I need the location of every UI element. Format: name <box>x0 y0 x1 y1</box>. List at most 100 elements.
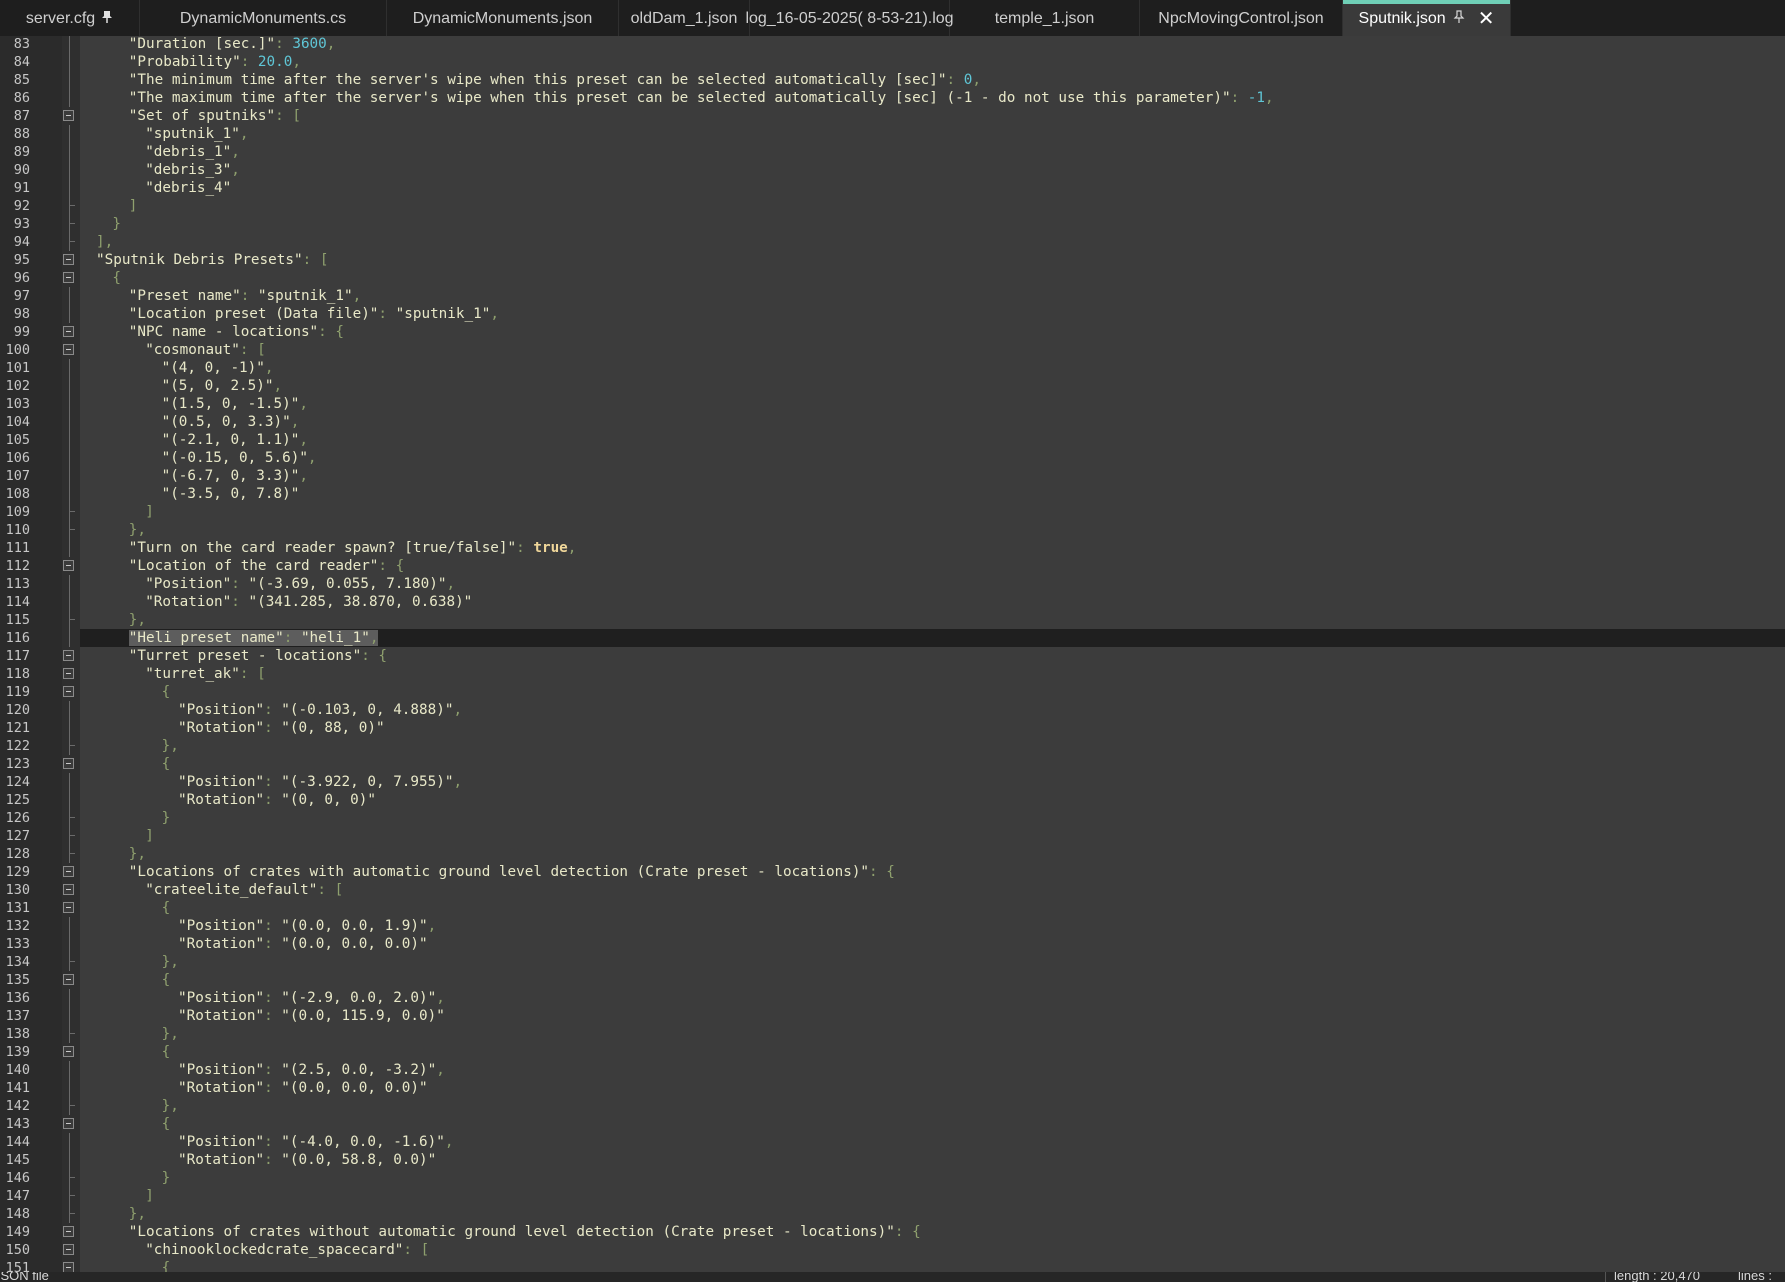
code-line[interactable]: 136 "Position": "(-2.9, 0.0, 2.0)", <box>0 989 1785 1007</box>
code-line[interactable]: 126} <box>0 809 1785 827</box>
code-line[interactable]: 103 "(1.5, 0, -1.5)", <box>0 395 1785 413</box>
code-line[interactable]: 133 "Rotation": "(0.0, 0.0, 0.0)" <box>0 935 1785 953</box>
fold-toggle-icon[interactable] <box>63 1262 74 1272</box>
code-line[interactable]: 114 "Rotation": "(341.285, 38.870, 0.638)… <box>0 593 1785 611</box>
tab-dynamicmonuments-json[interactable]: DynamicMonuments.json <box>387 0 619 36</box>
code-line[interactable]: 92] <box>0 197 1785 215</box>
fold-toggle-icon[interactable] <box>63 1244 74 1255</box>
code-editor[interactable]: 83 "Duration [sec.]": 3600, 84 "Probability… <box>0 36 1785 1272</box>
fold-toggle-icon[interactable] <box>63 254 74 265</box>
tab-npcmovingcontrol-json[interactable]: NpcMovingControl.json <box>1140 0 1343 36</box>
code-line[interactable]: 100 "cosmonaut": [ <box>0 341 1785 359</box>
fold-toggle-icon[interactable] <box>63 974 74 985</box>
code-line[interactable]: 94], <box>0 233 1785 251</box>
code-line[interactable]: 91 "debris_4" <box>0 179 1785 197</box>
fold-toggle-icon[interactable] <box>63 1226 74 1237</box>
code-line[interactable]: 147] <box>0 1187 1785 1205</box>
fold-toggle-icon[interactable] <box>63 560 74 571</box>
code-line[interactable]: 127] <box>0 827 1785 845</box>
code-line[interactable]: 130 "crateelite_default": [ <box>0 881 1785 899</box>
tab-temple-1-json[interactable]: temple_1.json <box>950 0 1140 36</box>
code-line[interactable]: 145 "Rotation": "(0.0, 58.8, 0.0)" <box>0 1151 1785 1169</box>
code-line[interactable]: 137 "Rotation": "(0.0, 115.9, 0.0)" <box>0 1007 1785 1025</box>
code-line[interactable]: 123 { <box>0 755 1785 773</box>
code-line[interactable]: 108 "(-3.5, 0, 7.8)" <box>0 485 1785 503</box>
code-line[interactable]: 131 { <box>0 899 1785 917</box>
fold-toggle-icon[interactable] <box>63 902 74 913</box>
fold-toggle-icon[interactable] <box>63 866 74 877</box>
code-line[interactable]: 151 { <box>0 1259 1785 1272</box>
code-line[interactable]: 128}, <box>0 845 1785 863</box>
code-line[interactable]: 140 "Position": "(2.5, 0.0, -3.2)", <box>0 1061 1785 1079</box>
code-line[interactable]: 135 { <box>0 971 1785 989</box>
code-line[interactable]: 83 "Duration [sec.]": 3600, <box>0 36 1785 53</box>
code-line[interactable]: 124 "Position": "(-3.922, 0, 7.955)", <box>0 773 1785 791</box>
fold-toggle-icon[interactable] <box>63 326 74 337</box>
fold-toggle-icon[interactable] <box>63 884 74 895</box>
fold-toggle-icon[interactable] <box>63 110 74 121</box>
code-line[interactable]: 93} <box>0 215 1785 233</box>
tab-dynamicmonuments-cs[interactable]: DynamicMonuments.cs <box>140 0 387 36</box>
code-line[interactable]: 115}, <box>0 611 1785 629</box>
code-line[interactable]: 139 { <box>0 1043 1785 1061</box>
tab-sputnik-json[interactable]: Sputnik.json ✕ <box>1343 0 1511 36</box>
code-line[interactable]: 88 "sputnik_1", <box>0 125 1785 143</box>
code-line[interactable]: 101 "(4, 0, -1)", <box>0 359 1785 377</box>
code-line[interactable]: 120 "Position": "(-0.103, 0, 4.888)", <box>0 701 1785 719</box>
code-line[interactable]: 125 "Rotation": "(0, 0, 0)" <box>0 791 1785 809</box>
code-line[interactable]: 121 "Rotation": "(0, 88, 0)" <box>0 719 1785 737</box>
tab-log-16-05-2025-8-53-21-log[interactable]: log_16-05-2025( 8-53-21).log <box>745 0 954 36</box>
fold-toggle-icon[interactable] <box>63 272 74 283</box>
code-line[interactable]: 132 "Position": "(0.0, 0.0, 1.9)", <box>0 917 1785 935</box>
code-line[interactable]: 118 "turret_ak": [ <box>0 665 1785 683</box>
code-line[interactable]: 113 "Position": "(-3.69, 0.055, 7.180)", <box>0 575 1785 593</box>
code-line[interactable]: 117 "Turret preset - locations": { <box>0 647 1785 665</box>
code-line[interactable]: 107 "(-6.7, 0, 3.3)", <box>0 467 1785 485</box>
fold-toggle-icon[interactable] <box>63 1118 74 1129</box>
code-line[interactable]: 109] <box>0 503 1785 521</box>
code-line[interactable]: 110}, <box>0 521 1785 539</box>
code-line[interactable]: 148}, <box>0 1205 1785 1223</box>
code-line[interactable]: 116 "Heli preset name": "heli_1", <box>0 629 1785 647</box>
code-line[interactable]: 104 "(0.5, 0, 3.3)", <box>0 413 1785 431</box>
code-line[interactable]: 119 { <box>0 683 1785 701</box>
code-line[interactable]: 85 "The minimum time after the server's w… <box>0 71 1785 89</box>
tab-olddam-1-json[interactable]: oldDam_1.json <box>619 0 750 36</box>
code-line[interactable]: 122}, <box>0 737 1785 755</box>
fold-toggle-icon[interactable] <box>63 1046 74 1057</box>
code-line[interactable]: 129 "Locations of crates with automatic g… <box>0 863 1785 881</box>
code-line[interactable]: 141 "Rotation": "(0.0, 0.0, 0.0)" <box>0 1079 1785 1097</box>
code-line[interactable]: 99 "NPC name - locations": { <box>0 323 1785 341</box>
code-line[interactable]: 86 "The maximum time after the server's w… <box>0 89 1785 107</box>
fold-toggle-icon[interactable] <box>63 650 74 661</box>
fold-toggle-icon[interactable] <box>63 686 74 697</box>
code-line[interactable]: 84 "Probability": 20.0, <box>0 53 1785 71</box>
pin-icon[interactable] <box>101 10 113 28</box>
code-line[interactable]: 98 "Location preset (Data file)": "sputni… <box>0 305 1785 323</box>
close-icon[interactable]: ✕ <box>1478 9 1495 29</box>
code-line[interactable]: 142}, <box>0 1097 1785 1115</box>
code-line[interactable]: 112 "Location of the card reader": { <box>0 557 1785 575</box>
fold-toggle-icon[interactable] <box>63 668 74 679</box>
code-line[interactable]: 134}, <box>0 953 1785 971</box>
code-line[interactable]: 102 "(5, 0, 2.5)", <box>0 377 1785 395</box>
code-line[interactable]: 105 "(-2.1, 0, 1.1)", <box>0 431 1785 449</box>
code-line[interactable]: 111 "Turn on the card reader spawn? [true… <box>0 539 1785 557</box>
code-line[interactable]: 89 "debris_1", <box>0 143 1785 161</box>
code-line[interactable]: 96 { <box>0 269 1785 287</box>
code-line[interactable]: 138}, <box>0 1025 1785 1043</box>
code-line[interactable]: 95 "Sputnik Debris Presets": [ <box>0 251 1785 269</box>
code-line[interactable]: 149 "Locations of crates without automati… <box>0 1223 1785 1241</box>
code-line[interactable]: 87 "Set of sputniks": [ <box>0 107 1785 125</box>
code-line[interactable]: 97 "Preset name": "sputnik_1", <box>0 287 1785 305</box>
pin-icon[interactable] <box>1452 9 1466 28</box>
code-line[interactable]: 90 "debris_3", <box>0 161 1785 179</box>
code-line[interactable]: 144 "Position": "(-4.0, 0.0, -1.6)", <box>0 1133 1785 1151</box>
tab-server-cfg[interactable]: server.cfg <box>0 0 140 36</box>
code-line[interactable]: 106 "(-0.15, 0, 5.6)", <box>0 449 1785 467</box>
fold-toggle-icon[interactable] <box>63 758 74 769</box>
code-line[interactable]: 150 "chinooklockedcrate_spacecard": [ <box>0 1241 1785 1259</box>
fold-toggle-icon[interactable] <box>63 344 74 355</box>
code-line[interactable]: 146} <box>0 1169 1785 1187</box>
code-line[interactable]: 143 { <box>0 1115 1785 1133</box>
